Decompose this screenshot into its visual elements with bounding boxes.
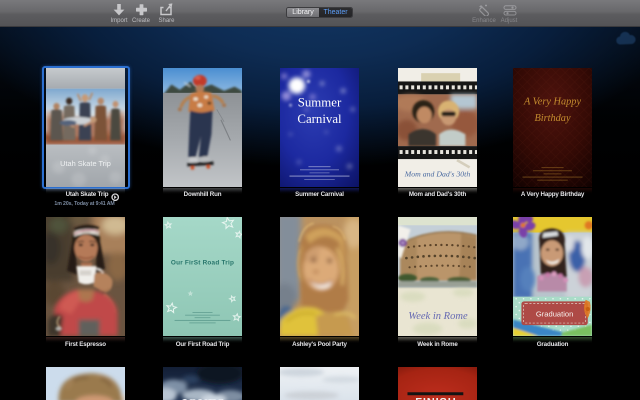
svg-text:Birthday: Birthday [534, 113, 571, 124]
svg-text:FINISH: FINISH [415, 396, 456, 400]
svg-text:Mom and Dad's 30th: Mom and Dad's 30th [404, 170, 471, 179]
svg-text:Carnival: Carnival [297, 112, 342, 126]
svg-text:Week in Rome: Week in Rome [408, 311, 468, 322]
svg-text:A Very Happy: A Very Happy [523, 97, 582, 108]
svg-text:JONES: JONES [180, 396, 225, 400]
svg-text:Graduation: Graduation [536, 309, 573, 318]
svg-text:Utah Skate Trip: Utah Skate Trip [60, 159, 111, 168]
svg-text:Our FirSt Road Trip: Our FirSt Road Trip [171, 260, 234, 267]
svg-text:Summer: Summer [298, 95, 342, 109]
